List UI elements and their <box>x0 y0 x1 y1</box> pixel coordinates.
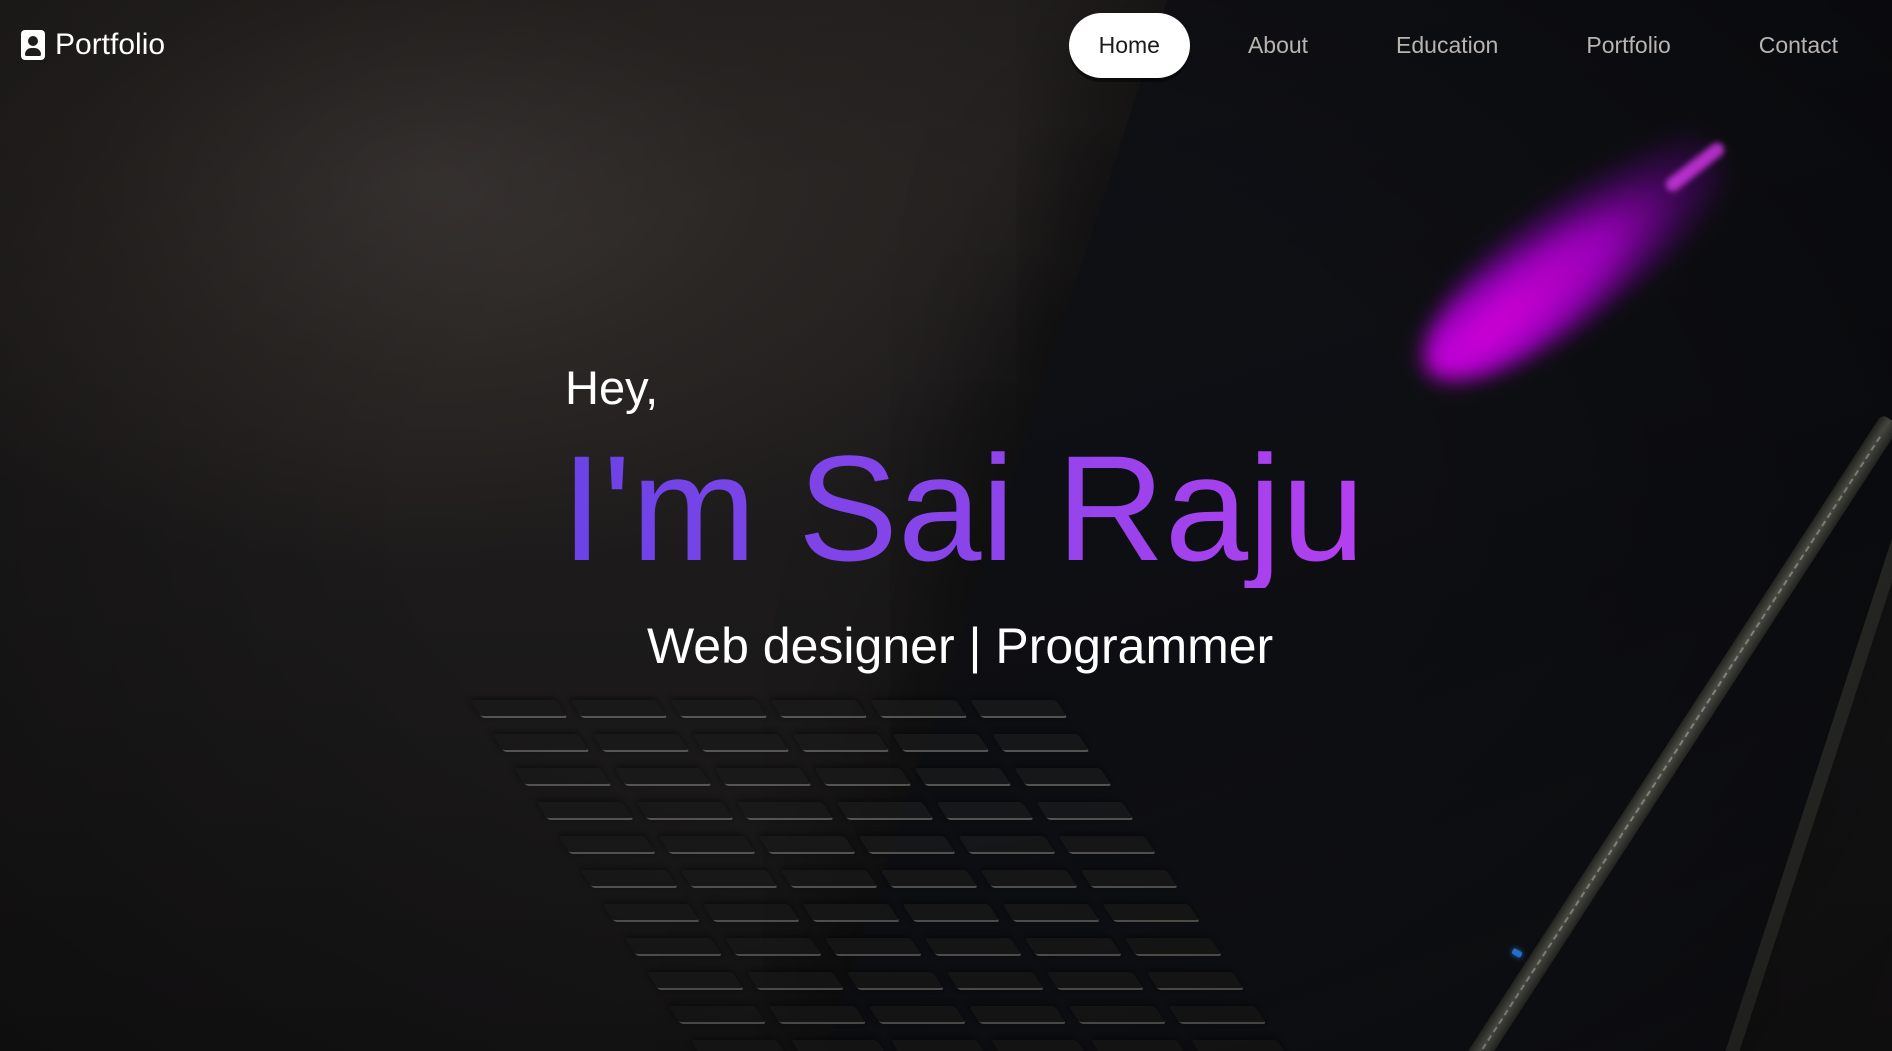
navbar: Portfolio Home About Education Portfolio… <box>0 0 1892 90</box>
hero-greeting: Hey, <box>565 361 659 414</box>
hero-section: Portfolio Home About Education Portfolio… <box>0 0 1892 1051</box>
nav-link-about[interactable]: About <box>1218 13 1338 78</box>
hero-tagline: Web designer | Programmer <box>647 617 1274 674</box>
contact-card-icon <box>21 30 45 60</box>
hero-text: Hey, I'm Sai Raju Web designer | Program… <box>561 360 1365 676</box>
nav-links: Home About Education Portfolio Contact <box>1068 12 1868 78</box>
nav-link-portfolio[interactable]: Portfolio <box>1556 13 1700 78</box>
nav-link-home[interactable]: Home <box>1068 12 1190 78</box>
nav-link-contact[interactable]: Contact <box>1729 13 1868 78</box>
brand-link[interactable]: Portfolio <box>21 28 165 62</box>
hero-name: I'm Sai Raju <box>561 424 1365 593</box>
brand-label: Portfolio <box>55 28 166 61</box>
nav-link-education[interactable]: Education <box>1366 13 1528 78</box>
